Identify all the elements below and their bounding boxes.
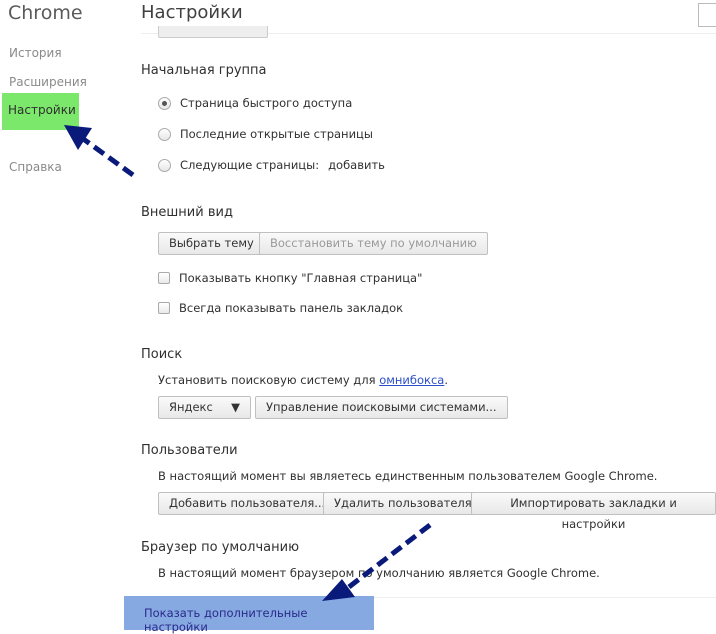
annotation-arrows [64, 125, 432, 601]
arrow-icon [322, 523, 432, 601]
arrow-icon [64, 125, 135, 178]
